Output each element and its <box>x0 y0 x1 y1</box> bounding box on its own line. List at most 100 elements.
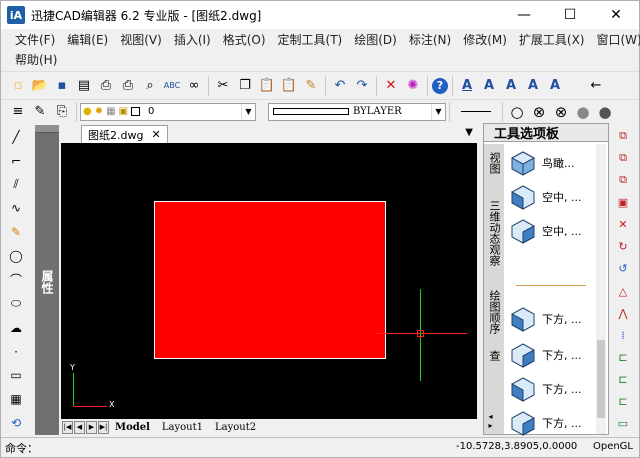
text-icon[interactable]: A <box>457 76 477 96</box>
delete-icon[interactable]: ✕ <box>381 76 401 96</box>
spline-icon[interactable]: ∿ <box>6 199 26 219</box>
panel-grip[interactable] <box>35 125 59 133</box>
help-icon[interactable]: ? <box>432 77 448 94</box>
mirror-icon[interactable]: ⧉ <box>613 149 633 167</box>
find-icon[interactable]: ⌕ <box>140 76 160 96</box>
copy-object-icon[interactable]: ⧉ <box>613 127 633 145</box>
minimize-button[interactable]: — <box>501 1 547 29</box>
circle-cross-icon[interactable]: ⊗ <box>529 102 549 122</box>
menu-item-2[interactable]: 视图(V) <box>114 31 168 48</box>
save-icon[interactable]: ▪ <box>52 76 72 96</box>
hatch-icon[interactable]: ▦ <box>6 389 26 409</box>
menu-item-0[interactable]: 文件(F) <box>9 31 61 48</box>
lineweight-preview-icon[interactable] <box>461 111 491 112</box>
chamfer-icon[interactable]: ⊏ <box>613 393 633 411</box>
refresh-icon[interactable]: ⟲ <box>6 413 26 433</box>
menu-item-10[interactable]: 窗口(W) <box>591 31 640 48</box>
text-zoom-icon[interactable]: A <box>545 76 565 96</box>
palette-tab-3dorbit[interactable]: 三维动态观察 <box>486 200 502 266</box>
spell-check-icon[interactable]: ABC <box>162 76 182 96</box>
palette-tab-view[interactable]: 视图 <box>486 152 502 174</box>
palette-item[interactable]: 鸟瞰... <box>510 146 575 180</box>
circle-draw-icon[interactable]: ◯ <box>6 246 26 266</box>
print-icon[interactable]: ⎙ <box>96 76 116 96</box>
last-tab-icon[interactable]: ▶| <box>98 420 109 434</box>
point-icon[interactable]: · <box>6 342 26 362</box>
print-preview-icon[interactable]: ▤ <box>74 76 94 96</box>
tab-layout1[interactable]: Layout1 <box>156 422 209 433</box>
palette-item[interactable]: 下方, ... <box>510 338 581 372</box>
layer-combo[interactable]: ● ✹ ▦ ▣ 0 ▼ <box>80 102 256 121</box>
plot-icon[interactable]: ⎙ <box>118 76 138 96</box>
binoculars-icon[interactable]: ∞ <box>184 76 204 96</box>
layer-manager-icon[interactable]: ≡ <box>8 102 28 122</box>
copy-icon[interactable]: ❐ <box>235 76 255 96</box>
palette-item[interactable]: 下方, ... <box>510 302 581 336</box>
array-icon[interactable]: ▣ <box>613 193 633 211</box>
extend-icon[interactable]: ⊏ <box>613 348 633 366</box>
command-prompt[interactable]: 命令： <box>5 440 38 456</box>
arc-icon[interactable]: ⌒ <box>6 270 26 290</box>
document-tab[interactable]: 图纸2.dwg ✕ <box>81 125 168 143</box>
first-tab-icon[interactable]: |◀ <box>62 420 73 434</box>
circle-icon[interactable]: ○ <box>507 102 527 122</box>
palette-item[interactable]: 空中, ... <box>510 180 581 214</box>
menu-item-7[interactable]: 标注(N) <box>403 31 457 48</box>
palette-item[interactable]: 下方, ... <box>510 372 581 406</box>
layer-previous-icon[interactable]: ⎘ <box>52 102 72 122</box>
layer-state-icon[interactable]: ✎ <box>30 102 50 122</box>
menu-item-5[interactable]: 定制工具(T) <box>272 31 349 48</box>
menu-item-8[interactable]: 修改(M) <box>457 31 513 48</box>
sphere-shaded-icon[interactable]: ● <box>595 102 615 122</box>
pencil-icon[interactable]: ✎ <box>6 222 26 242</box>
maximize-button[interactable]: ☐ <box>547 1 593 29</box>
paste-special-icon[interactable]: 📋 <box>279 76 299 96</box>
palette-tab-draworder[interactable]: 绘图顺序 <box>486 290 502 334</box>
menu-item-help-0[interactable]: 帮助(H) <box>9 51 63 68</box>
rotate-icon[interactable]: ↻ <box>613 238 633 256</box>
redo-icon[interactable]: ↷ <box>352 76 372 96</box>
circle-x-icon[interactable]: ⊗ <box>551 102 571 122</box>
text-edit-icon[interactable]: A <box>501 76 521 96</box>
menu-item-3[interactable]: 插入(I) <box>168 31 217 48</box>
text-style-icon[interactable]: A <box>479 76 499 96</box>
sphere-icon[interactable]: ● <box>573 102 593 122</box>
menu-item-1[interactable]: 编辑(E) <box>61 31 114 48</box>
palette-scroll-icon[interactable]: ◂▸ <box>486 412 495 430</box>
rectangle-icon[interactable]: ▭ <box>6 365 26 385</box>
close-icon[interactable]: ✕ <box>151 128 160 141</box>
menu-item-4[interactable]: 格式(O) <box>217 31 272 48</box>
palette-scrollbar[interactable] <box>596 144 606 434</box>
scale-icon[interactable]: ↺ <box>613 260 633 278</box>
text-find-icon[interactable]: A <box>523 76 543 96</box>
match-prop-icon[interactable]: ✎ <box>301 76 321 96</box>
linetype-combo[interactable]: BYLAYER ▼ <box>268 102 446 121</box>
offset-icon[interactable]: ⧉ <box>613 171 633 189</box>
stretch-icon[interactable]: ⋀ <box>613 304 633 322</box>
new-icon[interactable]: ▫ <box>8 76 28 96</box>
palette-tab-inquiry[interactable]: 查 <box>486 350 502 361</box>
ellipse-icon[interactable]: ⬭ <box>6 294 26 314</box>
triangle-icon[interactable]: △ <box>613 282 633 300</box>
trim-icon[interactable]: ⁞ <box>613 326 633 344</box>
multiline-icon[interactable]: ⫽ <box>6 175 26 195</box>
properties-panel[interactable]: 属性 <box>35 125 59 435</box>
menu-item-9[interactable]: 扩展工具(X) <box>513 31 591 48</box>
scrollbar-thumb[interactable] <box>597 340 605 418</box>
drawing-canvas[interactable]: Y X <box>61 143 477 419</box>
open-icon[interactable]: 📂 <box>30 76 50 96</box>
erase-x-icon[interactable]: ✕ <box>613 216 633 234</box>
revcloud-icon[interactable]: ☁ <box>6 318 26 338</box>
cut-icon[interactable]: ✂ <box>213 76 233 96</box>
tab-list-icon[interactable]: ▼ <box>465 127 473 138</box>
menu-item-6[interactable]: 绘图(D) <box>348 31 403 48</box>
palette-item[interactable]: 下方, ... <box>510 406 581 440</box>
fillet-icon[interactable]: ▭ <box>613 415 633 433</box>
red-rectangle[interactable] <box>154 201 386 359</box>
tab-model[interactable]: Model <box>109 422 156 433</box>
polyline-icon[interactable]: ⌐ <box>6 151 26 171</box>
close-button[interactable]: ✕ <box>593 1 639 29</box>
palette-item[interactable]: 空中, ... <box>510 214 581 248</box>
line-icon[interactable]: ╱ <box>6 127 26 147</box>
erase-icon[interactable]: ✺ <box>403 76 423 96</box>
